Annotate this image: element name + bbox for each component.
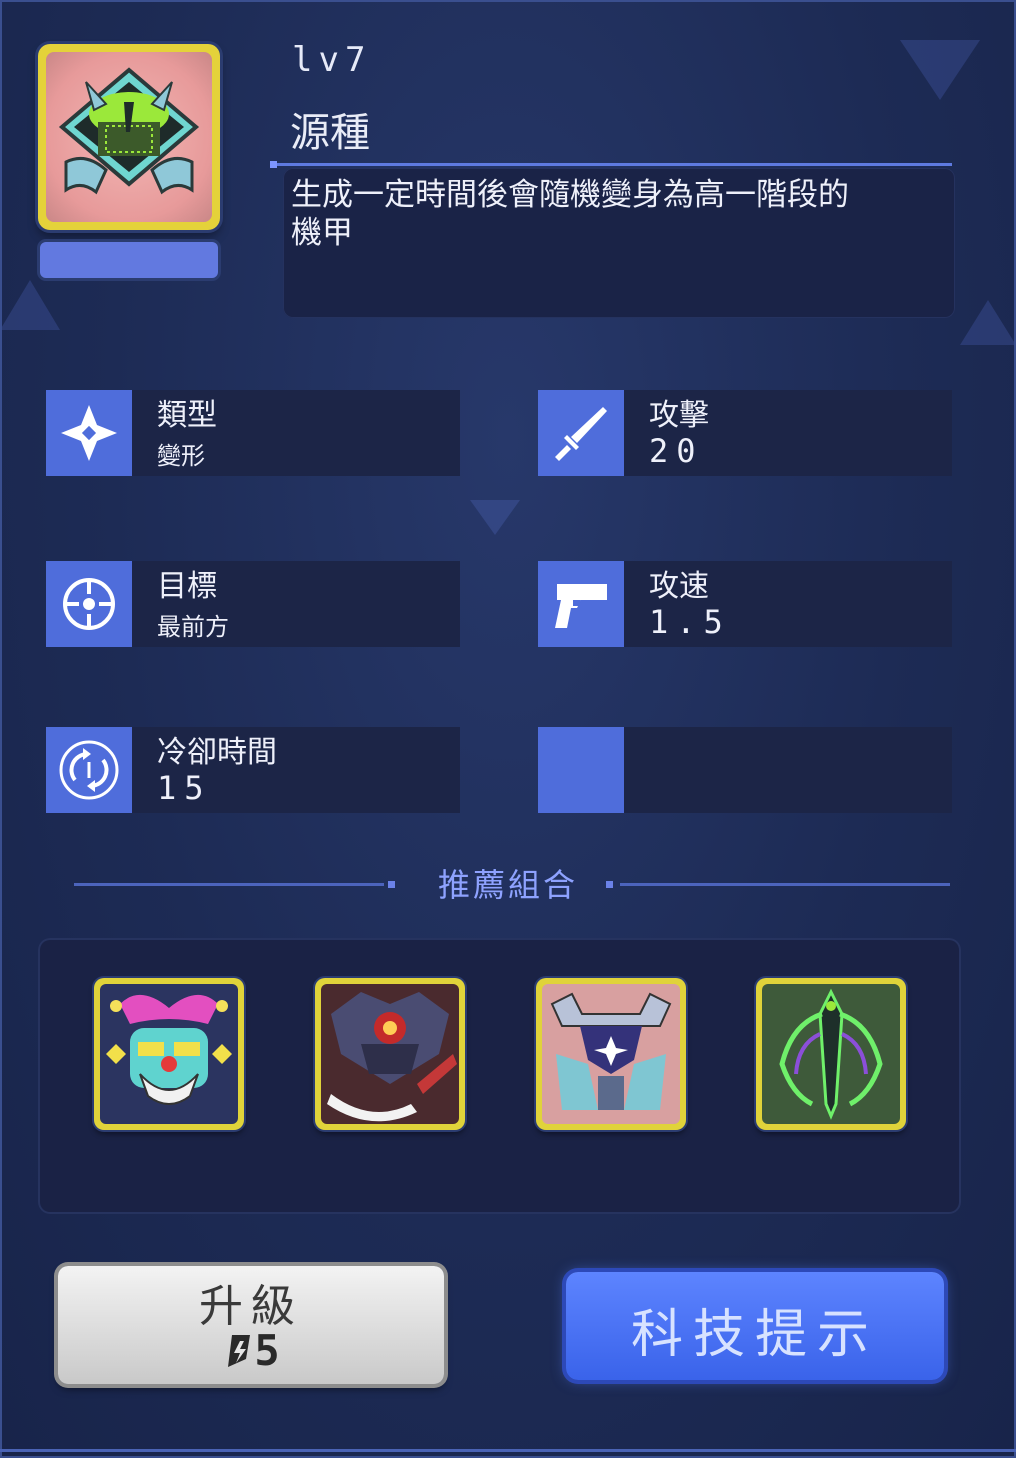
stat-type-panel: 類型 變形 — [132, 390, 460, 476]
background-triangle — [0, 280, 60, 330]
stat-attack-panel: 攻擊 20 — [624, 390, 952, 476]
stat-target: 目標 最前方 — [46, 561, 460, 647]
stat-cooldown-panel: 冷卻時間 15 — [132, 727, 460, 813]
recommended-card[interactable] — [94, 978, 244, 1130]
unit-level: lv7 — [292, 40, 372, 80]
stat-attack-value: 20 — [649, 432, 704, 470]
recommended-card[interactable] — [315, 978, 465, 1130]
empty-icon-box — [538, 727, 624, 813]
recommended-title: 推薦組合 — [437, 866, 578, 904]
stat-attack: 攻擊 20 — [538, 390, 952, 476]
type-icon-box — [46, 390, 132, 476]
upgrade-label: 升級 — [199, 1281, 303, 1332]
stat-cooldown-value: 15 — [157, 769, 212, 807]
unit-description: 生成一定時間後會隨機變身為高一階段的機甲 — [291, 177, 849, 251]
upgrade-cost: 5 — [254, 1326, 280, 1375]
unit-name: 源種 — [290, 110, 370, 156]
pistol-icon — [555, 584, 607, 628]
stat-target-label: 目標 — [157, 569, 217, 604]
unit-portrait-art — [46, 52, 212, 222]
stat-attack-speed-label: 攻速 — [649, 569, 709, 604]
cooldown-cycle-icon — [59, 740, 119, 800]
dark-sentinel-icon — [327, 992, 457, 1122]
stat-target-panel: 目標 最前方 — [132, 561, 460, 647]
horned-knight-icon — [550, 992, 672, 1110]
divider-dot — [270, 161, 277, 168]
recommended-card[interactable] — [756, 978, 906, 1130]
cooldown-icon-box — [46, 727, 132, 813]
stat-type-value: 變形 — [157, 442, 205, 470]
green-mantis-icon — [779, 988, 883, 1120]
upgrade-cost-row: 5 — [58, 1326, 444, 1375]
stat-target-value: 最前方 — [157, 613, 229, 641]
attack-icon-box — [538, 390, 624, 476]
tech-hint-button[interactable]: 科技提示 — [566, 1272, 944, 1380]
stat-cooldown-label: 冷卻時間 — [157, 735, 277, 770]
crosshair-icon — [63, 578, 115, 630]
attack-speed-icon-box — [538, 561, 624, 647]
stat-attack-speed: 攻速 1.5 — [538, 561, 952, 647]
stat-empty — [538, 727, 952, 813]
unit-level-bar — [40, 242, 218, 278]
energy-cell-icon — [228, 1335, 251, 1367]
description-box: 生成一定時間後會隨機變身為高一階段的機甲 — [283, 168, 955, 318]
stat-cooldown: 冷卻時間 15 — [46, 727, 460, 813]
stat-attack-speed-value: 1.5 — [649, 603, 731, 641]
upgrade-button[interactable]: 升級 5 — [58, 1266, 444, 1384]
title-divider — [272, 163, 952, 166]
stat-empty-panel — [624, 727, 952, 813]
background-triangle — [960, 300, 1016, 345]
sword-icon — [555, 407, 607, 461]
stat-type: 類型 變形 — [46, 390, 460, 476]
unit-portrait — [38, 44, 220, 230]
stat-attack-label: 攻擊 — [649, 398, 709, 433]
recommended-card[interactable] — [536, 978, 686, 1130]
background-triangle — [900, 40, 980, 100]
background-triangle — [470, 500, 520, 535]
stat-attack-speed-panel: 攻速 1.5 — [624, 561, 952, 647]
diamond-star-icon — [61, 405, 117, 461]
bottom-edge-line — [0, 1449, 1016, 1452]
tech-hint-label: 科技提示 — [630, 1305, 879, 1365]
stat-type-label: 類型 — [157, 398, 217, 433]
jester-mech-icon — [106, 994, 232, 1105]
target-icon-box — [46, 561, 132, 647]
source-seed-mech-icon — [58, 67, 200, 195]
